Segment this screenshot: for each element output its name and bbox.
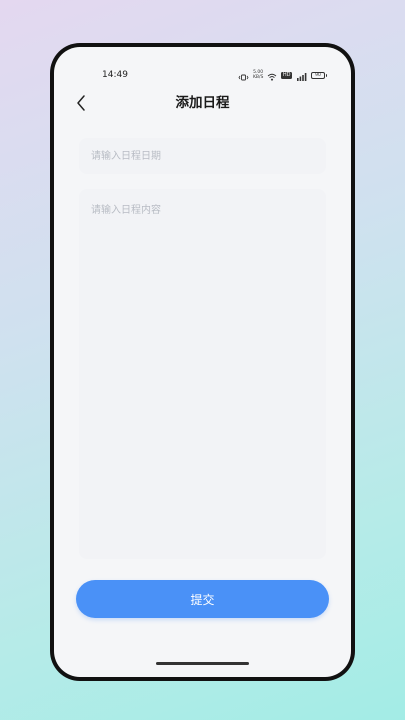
- status-bar: 14:49 5.00 KB/S HD 90: [54, 67, 351, 83]
- hd-icon: HD: [281, 71, 292, 79]
- phone-frame: 14:49 5.00 KB/S HD 90 添加日程 请输入日程日期 请输入日程…: [50, 43, 355, 681]
- vibrate-icon: [238, 66, 249, 85]
- wifi-icon: [267, 66, 277, 85]
- app-screen: 14:49 5.00 KB/S HD 90 添加日程 请输入日程日期 请输入日程…: [54, 47, 351, 677]
- page-title: 添加日程: [175, 95, 230, 111]
- page-header: 添加日程: [54, 91, 351, 115]
- net-speed-unit: KB/S: [252, 75, 264, 80]
- submit-button[interactable]: 提交: [76, 580, 329, 618]
- signal-icon: [296, 66, 307, 85]
- schedule-date-input[interactable]: [79, 138, 326, 174]
- battery-icon: 90: [311, 71, 327, 79]
- status-time: 14:49: [102, 70, 128, 80]
- home-indicator[interactable]: [156, 662, 249, 665]
- status-icons: 5.00 KB/S HD 90: [238, 70, 327, 81]
- schedule-content-input[interactable]: [79, 189, 326, 559]
- net-speed: 5.00 KB/S: [253, 70, 263, 80]
